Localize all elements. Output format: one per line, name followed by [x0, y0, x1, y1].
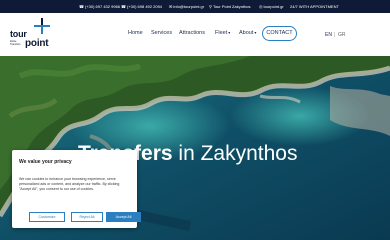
accept-all-button[interactable]: Accept All	[106, 212, 141, 222]
chevron-down-icon: ▾	[228, 30, 231, 35]
phone-icon: ☎	[121, 4, 126, 9]
phone-link-1[interactable]: ☎(+30) 697 432 9966	[79, 0, 120, 13]
main-navbar: tour Zante Transfers point Home Services…	[0, 13, 390, 56]
lang-separator: |	[334, 32, 336, 38]
nav-home[interactable]: Home	[128, 30, 143, 36]
chevron-down-icon: ▾	[254, 30, 257, 35]
logo[interactable]: tour Zante Transfers point	[8, 18, 58, 52]
nav-attractions[interactable]: Attractions	[179, 30, 205, 36]
location-link[interactable]: ⚲Tour Point Zakynthos	[209, 0, 251, 13]
cookie-description: We use cookies to enhance your browsing …	[19, 177, 120, 191]
envelope-icon: ✉	[169, 4, 173, 9]
logo-tagline: Zante Transfers	[10, 40, 21, 46]
cookie-consent-dialog: We value your privacy We use cookies to …	[12, 150, 141, 228]
cookie-title: We value your privacy	[19, 159, 72, 165]
phone-icon: ☎	[79, 4, 84, 9]
customize-button[interactable]: Customize	[29, 212, 65, 222]
nav-fleet[interactable]: Fleet▾	[215, 30, 230, 36]
phone-link-2[interactable]: ☎(+30) 698 492 2094	[121, 0, 162, 13]
instagram-icon: ◎	[259, 4, 263, 9]
email-link[interactable]: ✉info@tourpoint.gr	[169, 0, 204, 13]
availability-text: 24/7 WITH APPOINTMENT	[290, 4, 339, 9]
nav-about[interactable]: About▾	[239, 30, 256, 36]
lang-en-link[interactable]: EN	[325, 32, 332, 38]
logo-mark-icon	[34, 18, 50, 34]
map-pin-icon: ⚲	[209, 4, 212, 9]
contact-button[interactable]: CONTACT	[262, 26, 297, 41]
top-info-bar: ☎(+30) 697 432 9966 ☎(+30) 698 492 2094 …	[0, 0, 390, 13]
social-link[interactable]: ◎tourpoint.gr	[259, 0, 284, 13]
lang-gr-link[interactable]: GR	[338, 32, 346, 38]
logo-word-point: point	[25, 38, 49, 49]
reject-all-button[interactable]: Reject All	[71, 212, 103, 222]
nav-services[interactable]: Services	[151, 30, 172, 36]
